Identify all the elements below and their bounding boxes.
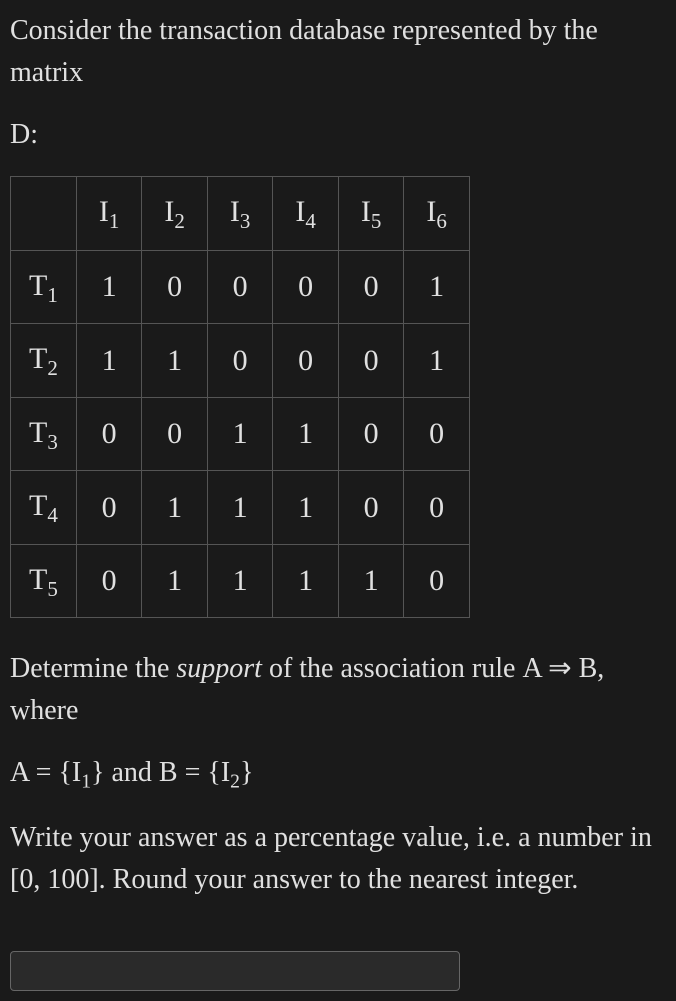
row-label-t1: T1 bbox=[11, 250, 77, 324]
cell: 1 bbox=[76, 324, 142, 398]
cell: 0 bbox=[76, 544, 142, 618]
table-row: T4 0 1 1 1 0 0 bbox=[11, 471, 470, 545]
cell: 0 bbox=[404, 544, 470, 618]
table-header-i1: I1 bbox=[76, 177, 142, 251]
cell: 1 bbox=[273, 471, 339, 545]
cell: 0 bbox=[207, 250, 273, 324]
cell: 0 bbox=[338, 250, 404, 324]
row-label-t2: T2 bbox=[11, 324, 77, 398]
cell: 0 bbox=[76, 471, 142, 545]
question-text: Determine the support of the association… bbox=[10, 648, 666, 732]
cell: 0 bbox=[404, 471, 470, 545]
table-header-i3: I3 bbox=[207, 177, 273, 251]
cell: 1 bbox=[142, 324, 208, 398]
cell: 1 bbox=[207, 397, 273, 471]
cell: 1 bbox=[207, 544, 273, 618]
cell: 0 bbox=[207, 324, 273, 398]
cell: 0 bbox=[273, 250, 339, 324]
cell: 1 bbox=[142, 544, 208, 618]
row-label-t5: T5 bbox=[11, 544, 77, 618]
cell: 1 bbox=[404, 250, 470, 324]
cell: 0 bbox=[142, 397, 208, 471]
instruction-text: Write your answer as a percentage value,… bbox=[10, 817, 666, 901]
intro-text: Consider the transaction database repres… bbox=[10, 10, 666, 94]
cell: 0 bbox=[338, 397, 404, 471]
cell: 0 bbox=[142, 250, 208, 324]
table-header-i6: I6 bbox=[404, 177, 470, 251]
table-header-i5: I5 bbox=[338, 177, 404, 251]
table-row: T1 1 0 0 0 0 1 bbox=[11, 250, 470, 324]
table-header-row: I1 I2 I3 I4 I5 I6 bbox=[11, 177, 470, 251]
cell: 0 bbox=[273, 324, 339, 398]
cell: 0 bbox=[404, 397, 470, 471]
db-label: D: bbox=[10, 114, 666, 156]
cell: 1 bbox=[273, 397, 339, 471]
cell: 1 bbox=[273, 544, 339, 618]
cell: 0 bbox=[338, 324, 404, 398]
table-row: T3 0 0 1 1 0 0 bbox=[11, 397, 470, 471]
cell: 1 bbox=[207, 471, 273, 545]
row-label-t3: T3 bbox=[11, 397, 77, 471]
transaction-matrix: I1 I2 I3 I4 I5 I6 T1 1 0 0 0 0 1 T2 1 1 … bbox=[10, 176, 470, 618]
table-header-i2: I2 bbox=[142, 177, 208, 251]
cell: 1 bbox=[404, 324, 470, 398]
cell: 1 bbox=[338, 544, 404, 618]
table-row: T2 1 1 0 0 0 1 bbox=[11, 324, 470, 398]
table-header-empty bbox=[11, 177, 77, 251]
table-row: T5 0 1 1 1 1 0 bbox=[11, 544, 470, 618]
cell: 1 bbox=[76, 250, 142, 324]
row-label-t4: T4 bbox=[11, 471, 77, 545]
definitions-text: A = {I1} and B = {I2} bbox=[10, 752, 666, 797]
cell: 1 bbox=[142, 471, 208, 545]
answer-input[interactable] bbox=[10, 951, 460, 991]
cell: 0 bbox=[338, 471, 404, 545]
table-header-i4: I4 bbox=[273, 177, 339, 251]
cell: 0 bbox=[76, 397, 142, 471]
